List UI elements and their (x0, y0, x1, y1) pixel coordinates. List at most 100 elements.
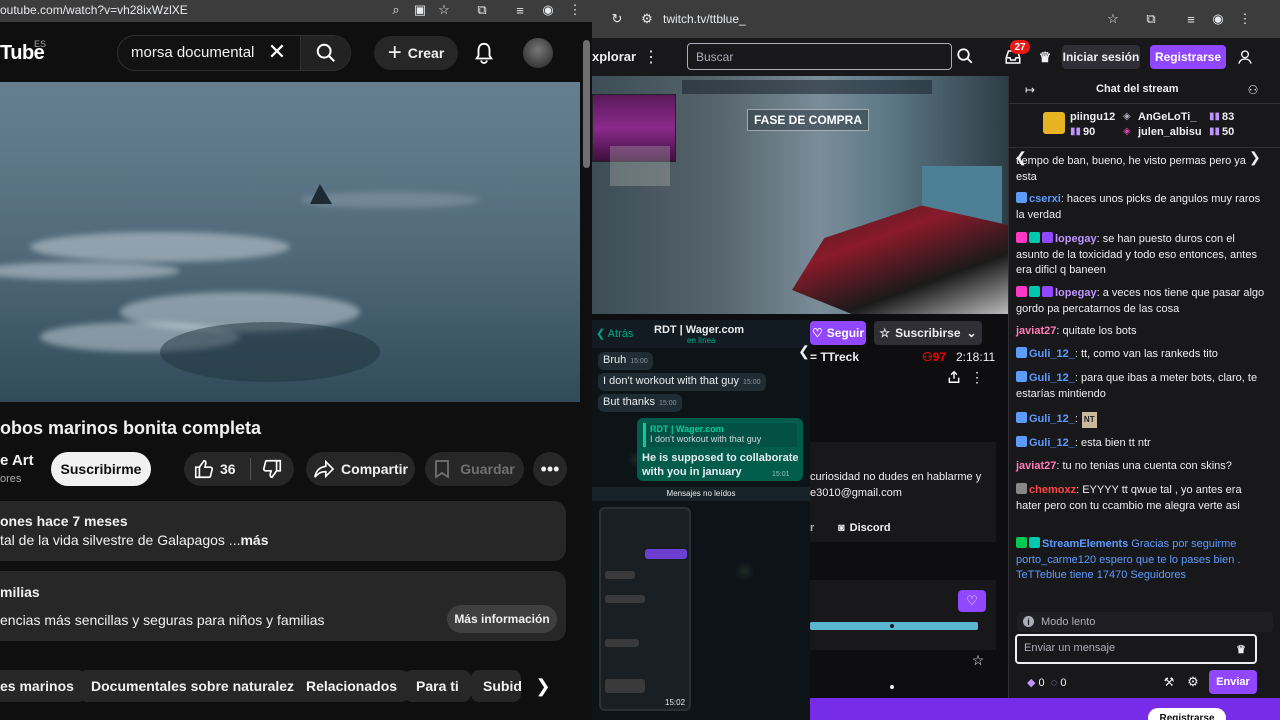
more-vertical-icon[interactable]: ⋮ (643, 47, 659, 67)
message-text: I don't workout with that guy (603, 375, 740, 387)
more-actions-button[interactable]: ••• (533, 452, 567, 486)
send-button[interactable]: Enviar (1209, 670, 1257, 694)
chip-marine[interactable]: es marinos (0, 670, 86, 702)
description-box[interactable] (0, 501, 566, 561)
description-text: tal de la vida silvestre de Galapagos ..… (0, 532, 269, 548)
social-link[interactable]: r (810, 522, 814, 534)
back-button[interactable]: ❮ Atrás (596, 327, 633, 340)
video-player[interactable] (0, 82, 580, 402)
user-menu-button[interactable] (1234, 46, 1256, 68)
address-bar[interactable]: twitch.tv/ttblue_ (663, 12, 746, 26)
bookmark-star-icon[interactable]: ☆ (1104, 10, 1122, 28)
reload-icon[interactable]: ↻ (608, 10, 626, 28)
slow-mode-label: Modo lento (1041, 616, 1096, 628)
bookmark-star-icon[interactable]: ☆ (435, 1, 453, 19)
star-icon[interactable]: ☆ (970, 652, 986, 668)
profile-icon[interactable]: ◉ (539, 1, 557, 19)
more-horizontal-icon: ••• (540, 458, 560, 479)
chat-user[interactable]: lopegay (1055, 233, 1097, 245)
prime-crown-icon[interactable]: ♛ (1034, 46, 1056, 68)
like-button[interactable] (192, 457, 216, 481)
share-icon (314, 459, 335, 479)
search-button[interactable] (300, 36, 350, 70)
chip-for-you[interactable]: Para ti (404, 670, 471, 702)
clear-search-icon[interactable]: ✕ (266, 39, 288, 64)
chat-message: javiat27: tu no tenias una cuenta con sk… (1016, 459, 1266, 475)
emote-picker-icon[interactable]: ♛ (1233, 641, 1249, 657)
chat-user[interactable]: Guli_12_ (1029, 348, 1075, 360)
nav-explore[interactable]: xplorar (592, 49, 636, 64)
chat-user[interactable]: Guli_12_ (1029, 372, 1075, 384)
chat-message: Guli_12_: para que ibas a meter bots, cl… (1016, 371, 1266, 402)
collapse-handle-icon[interactable]: ❮ (798, 342, 810, 360)
discord-link[interactable]: ◙ Discord (838, 522, 891, 534)
list-item: But thanks 15:00 (598, 394, 682, 412)
badge-icon (1016, 412, 1027, 423)
chat-user[interactable]: javiat27 (1016, 325, 1056, 337)
cast-icon[interactable]: ▣ (411, 1, 429, 19)
footer-signup-button[interactable]: Registrarse (1148, 708, 1226, 720)
chat-user[interactable]: lopegay (1055, 287, 1097, 299)
carousel-dot[interactable] (890, 685, 894, 689)
channel-points[interactable]: ◆ 0 ◌ 0 (1027, 676, 1067, 689)
site-info-icon[interactable]: ⚙ (638, 10, 656, 28)
hud-scoreboard (682, 80, 932, 94)
quoted-text: I don't workout with that guy (650, 434, 762, 444)
scrollbar[interactable] (583, 40, 590, 168)
stream-game[interactable]: = TTreck (810, 350, 859, 364)
channel-name[interactable]: e Art (0, 452, 34, 469)
description-more-link[interactable]: más (240, 532, 268, 548)
media-icon[interactable]: ≡ (511, 1, 529, 19)
extensions-icon[interactable]: ⧉ (1142, 10, 1160, 28)
gift-icon: ◈ (1123, 111, 1131, 122)
chip-uploaded[interactable]: Subid (471, 670, 521, 702)
share-button[interactable] (947, 370, 961, 384)
login-button[interactable]: Iniciar sesión (1062, 45, 1140, 69)
more-info-button[interactable]: Más información (447, 605, 557, 633)
channel-subscribers: ores (0, 473, 22, 485)
more-vertical-icon[interactable]: ⋮ (970, 369, 984, 385)
chip-nature-docs[interactable]: Documentales sobre naturaleza (79, 670, 314, 702)
image-time: 15:02 (665, 698, 686, 707)
chat-user[interactable]: Guli_12_ (1029, 413, 1075, 425)
contact-status: en línea (687, 336, 716, 345)
subscribe-button[interactable]: ☆ Suscribirse ⌄ (874, 321, 982, 345)
search-button[interactable] (954, 45, 976, 67)
extensions-icon[interactable]: ⧉ (473, 1, 491, 19)
chat-user[interactable]: StreamElements (1042, 538, 1128, 550)
chevron-right-icon[interactable]: ❯ (532, 675, 554, 697)
create-button[interactable]: + Crear (374, 36, 458, 70)
chip-related[interactable]: Relacionados (294, 670, 410, 702)
message-time: 15:00 (743, 379, 761, 386)
chat-user[interactable]: javiat27 (1016, 460, 1056, 472)
carousel-dot (890, 624, 894, 628)
stream-player[interactable]: FASE DE COMPRA 100 30 (592, 76, 1008, 314)
signup-button[interactable]: Registrarse (1150, 45, 1226, 69)
notifications-button[interactable] (472, 40, 496, 66)
heart-button[interactable]: ♡ (958, 590, 986, 612)
screenshot-image[interactable] (599, 507, 691, 711)
users-icon[interactable]: ⚇ (1245, 82, 1261, 98)
mod-tools-icon[interactable]: ⚒ (1161, 674, 1177, 690)
share-button[interactable]: Compartir (306, 452, 415, 486)
search-input[interactable]: morsa documental (131, 44, 254, 61)
save-button[interactable]: Guardar (425, 452, 524, 486)
zoom-icon[interactable]: ⌕ (387, 1, 405, 19)
media-icon[interactable]: ≡ (1182, 10, 1200, 28)
dislike-button[interactable] (260, 457, 284, 481)
chat-user[interactable]: Guli_12_ (1029, 437, 1075, 449)
profile-icon[interactable]: ◉ (1209, 10, 1227, 28)
collapse-chat-icon[interactable]: ↦ (1023, 83, 1037, 97)
follow-button[interactable]: ♡ Seguir (810, 321, 866, 345)
user-icon (1238, 50, 1252, 64)
chat-user[interactable]: cserxi (1029, 193, 1061, 205)
address-bar[interactable]: outube.com/watch?v=vh28ixWzlXE (0, 3, 188, 17)
badge-icon (1016, 192, 1027, 203)
avatar[interactable] (523, 38, 553, 68)
subscribe-button[interactable]: Suscribirme (51, 452, 151, 486)
points-icon: ◌ (1050, 677, 1058, 689)
menu-icon[interactable]: ⋮ (566, 1, 584, 19)
menu-icon[interactable]: ⋮ (1236, 10, 1254, 28)
gear-icon[interactable]: ⚙ (1185, 674, 1201, 690)
chat-user[interactable]: chemoxz (1029, 484, 1076, 496)
